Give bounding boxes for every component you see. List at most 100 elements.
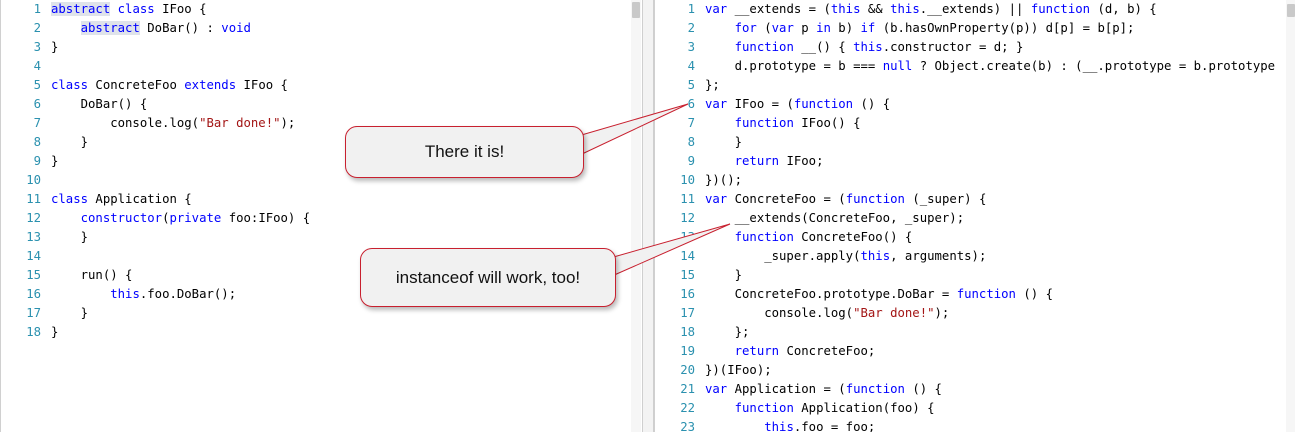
line-number: 4	[33, 59, 41, 73]
code-text[interactable]: run() {	[51, 266, 133, 285]
line-number: 9	[687, 154, 695, 168]
line-number: 22	[680, 401, 695, 415]
code-text[interactable]: class ConcreteFoo extends IFoo {	[51, 76, 288, 95]
line-number: 7	[687, 116, 695, 130]
line-number: 5	[687, 78, 695, 92]
code-token: _super.apply(	[705, 249, 861, 263]
code-token: function	[793, 97, 854, 111]
code-text[interactable]: ConcreteFoo.prototype.DoBar = function (…	[705, 285, 1053, 304]
code-token: __extends(ConcreteFoo, _super);	[705, 211, 965, 225]
line-number: 18	[680, 325, 695, 339]
scrollbar-thumb[interactable]	[632, 2, 640, 18]
line-number: 6	[687, 97, 695, 111]
code-text[interactable]: class Application {	[51, 190, 192, 209]
code-token: this	[853, 40, 883, 54]
javascript-output-pane[interactable]: 1 var __extends = (this && this.__extends…	[654, 0, 1295, 432]
code-text[interactable]: console.log("Bar done!");	[705, 304, 949, 323]
line-number: 21	[680, 382, 695, 396]
code-token: __() {	[793, 40, 854, 54]
code-text[interactable]: })(IFoo);	[705, 361, 772, 380]
code-token: IFoo() {	[793, 116, 861, 130]
code-token: Application = (	[727, 382, 846, 396]
line-number: 6	[33, 97, 41, 111]
code-text[interactable]: }	[51, 228, 88, 247]
code-text[interactable]: };	[705, 323, 750, 342]
code-text[interactable]: abstract DoBar() : void	[51, 19, 251, 38]
code-text[interactable]: return ConcreteFoo;	[705, 342, 876, 361]
code-token: console.log(	[51, 116, 200, 130]
typescript-editor-pane[interactable]: 1 abstract class IFoo {2 abstract DoBar()…	[0, 0, 643, 432]
code-text[interactable]: function Application(foo) {	[705, 399, 935, 418]
code-token: DoBar() :	[139, 21, 222, 35]
line-number: 5	[33, 78, 41, 92]
line-number: 17	[680, 306, 695, 320]
code-token: () {	[904, 382, 942, 396]
callout-there-it-is: There it is!	[345, 126, 584, 178]
vertical-scrollbar[interactable]	[631, 0, 641, 432]
code-token: () {	[1015, 287, 1053, 301]
code-token: })();	[705, 173, 743, 187]
code-token: IFoo {	[154, 2, 207, 16]
code-token: var	[705, 2, 728, 16]
code-text[interactable]: function __() { this.constructor = d; }	[705, 38, 1024, 57]
code-text[interactable]: console.log("Bar done!");	[51, 114, 295, 133]
code-text[interactable]: var IFoo = (function () {	[705, 95, 890, 114]
code-token: .foo.DoBar();	[139, 287, 237, 301]
line-number: 3	[687, 40, 695, 54]
line-number: 13	[26, 230, 41, 244]
code-text[interactable]: var __extends = (this && this.__extends)…	[705, 0, 1157, 19]
code-text[interactable]: }	[51, 323, 58, 342]
line-number: 15	[26, 268, 41, 282]
code-text[interactable]: }	[705, 133, 742, 152]
code-token: this	[830, 2, 861, 16]
line-number: 12	[26, 211, 41, 225]
line-number: 13	[680, 230, 695, 244]
code-token: (_super) {	[904, 192, 987, 206]
line-number: 8	[33, 135, 41, 149]
code-text[interactable]: }	[705, 266, 742, 285]
code-text[interactable]: __extends(ConcreteFoo, _super);	[705, 209, 965, 228]
code-text[interactable]: _super.apply(this, arguments);	[705, 247, 986, 266]
code-text[interactable]: }	[51, 304, 88, 323]
code-token: var	[705, 97, 728, 111]
code-text[interactable]: function ConcreteFoo() {	[705, 228, 913, 247]
code-text[interactable]: return IFoo;	[705, 152, 824, 171]
code-token: }	[705, 135, 743, 149]
code-text[interactable]: function IFoo() {	[705, 114, 861, 133]
line-number: 16	[26, 287, 41, 301]
code-token: this	[860, 249, 891, 263]
code-token: .foo = foo;	[793, 420, 876, 432]
code-token: }	[705, 268, 743, 282]
code-token: }	[51, 230, 89, 244]
code-text[interactable]: }	[51, 38, 58, 57]
code-text[interactable]: d.prototype = b === null ? Object.create…	[705, 57, 1275, 76]
code-token: }	[51, 325, 59, 339]
code-text[interactable]: constructor(private foo:IFoo) {	[51, 209, 311, 228]
code-text[interactable]: this.foo.DoBar();	[51, 285, 236, 304]
code-text[interactable]: this.foo = foo;	[705, 418, 875, 432]
code-token: );	[934, 306, 950, 320]
line-number: 1	[687, 2, 695, 16]
code-text[interactable]: var ConcreteFoo = (function (_super) {	[705, 190, 986, 209]
code-text[interactable]: DoBar() {	[51, 95, 148, 114]
vertical-scrollbar[interactable]	[1286, 0, 1295, 432]
code-text[interactable]: }	[51, 152, 58, 171]
code-text[interactable]: }	[51, 133, 88, 152]
code-text[interactable]: })();	[705, 171, 742, 190]
code-text[interactable]: for (var p in b) if (b.hasOwnProperty(p)…	[705, 19, 1135, 38]
code-text[interactable]: var Application = (function () {	[705, 380, 942, 399]
line-number: 12	[680, 211, 695, 225]
code-text[interactable]: };	[705, 76, 720, 95]
code-token: }	[51, 154, 59, 168]
code-token: }	[51, 306, 89, 320]
code-token: function	[734, 230, 794, 244]
code-token: __extends = (	[727, 2, 831, 16]
pane-splitter[interactable]	[642, 0, 654, 432]
code-text[interactable]: abstract class IFoo {	[51, 0, 207, 19]
code-token: class	[51, 78, 89, 92]
code-token: );	[280, 116, 296, 130]
scrollbar-thumb[interactable]	[1287, 4, 1295, 17]
